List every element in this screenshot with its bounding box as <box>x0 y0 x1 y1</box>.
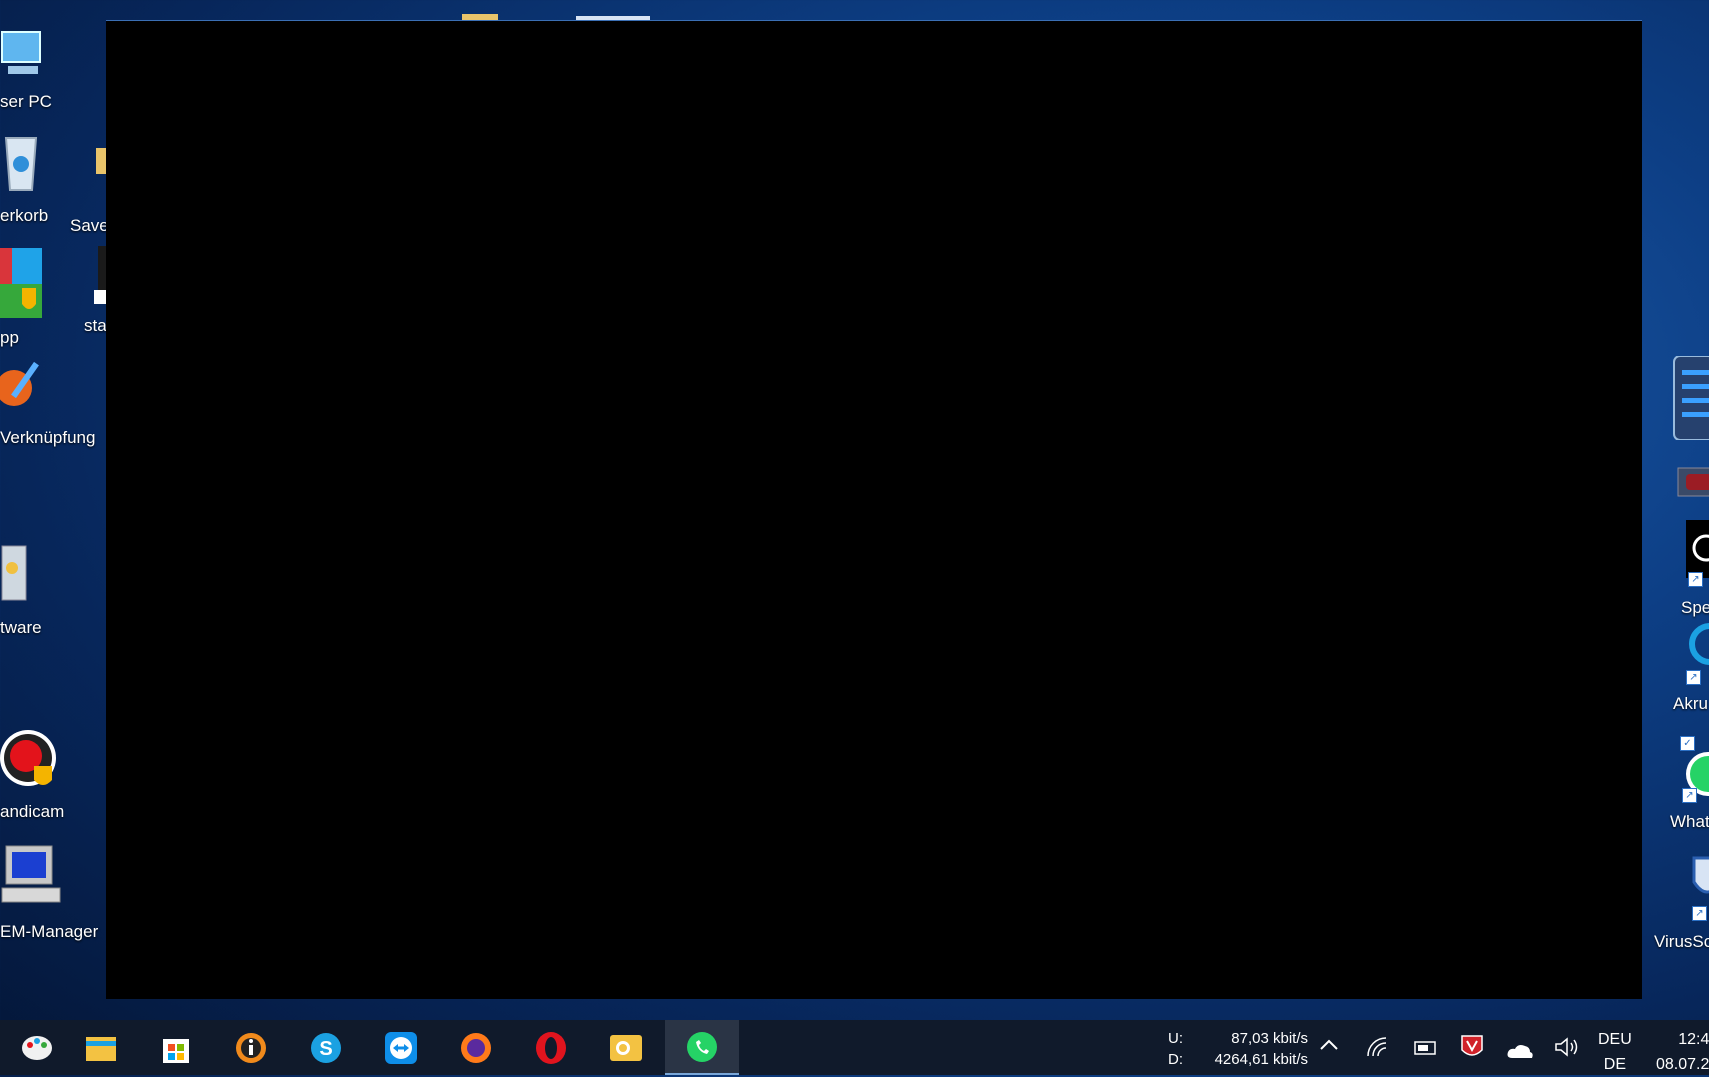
opera-icon <box>534 1031 568 1065</box>
desktop-icon-recycle-bin[interactable]: erkorb <box>0 130 60 226</box>
app-tiles-icon <box>0 248 42 320</box>
icon-label: VirusSc <box>1654 932 1709 951</box>
desktop-widget-right-small[interactable] <box>1676 466 1709 498</box>
desktop-icon-app[interactable]: pp <box>0 248 60 347</box>
icon-label: tware <box>0 618 42 637</box>
svg-text:S: S <box>319 1038 332 1060</box>
taskbar-info-button[interactable] <box>214 1020 288 1075</box>
shortcut-arrow-icon: ↗ <box>1688 572 1703 587</box>
desktop-widget-right[interactable] <box>1672 355 1709 441</box>
icon-label: Spe <box>1681 598 1709 617</box>
volume-icon[interactable] <box>1554 1036 1580 1064</box>
shortcut-arrow-icon: ↗ <box>1686 670 1701 685</box>
palette-icon <box>20 1031 54 1065</box>
icon-label: andicam <box>0 802 65 821</box>
clock-time: 12:4 <box>1678 1031 1709 1048</box>
taskbar-outlook-button[interactable] <box>589 1020 663 1075</box>
upload-label: U: <box>1168 1030 1183 1047</box>
download-value: 4264,61 kbit/s <box>1214 1051 1308 1068</box>
info-icon <box>234 1031 268 1065</box>
desktop: ser PC erkorb Save pp sta Verknüpfung tw… <box>0 0 1709 1020</box>
teamviewer-icon <box>384 1031 418 1065</box>
software-box-icon <box>0 542 30 604</box>
desktop-icon-em-manager[interactable]: EM-Manager <box>0 844 100 941</box>
icon-label: ser PC <box>0 92 52 111</box>
icon-label: What <box>1670 812 1709 831</box>
show-hidden-icons-chevron-icon[interactable] <box>1318 1034 1340 1062</box>
icon-label: EM-Manager <box>0 922 99 941</box>
taskbar-clock[interactable]: 12:4 08.07.2 <box>1656 1027 1709 1077</box>
shortcut-arrow-icon: ↗ <box>1682 788 1697 803</box>
taskbar-opera-button[interactable] <box>514 1020 588 1075</box>
antivirus-shield-icon[interactable] <box>1460 1034 1484 1066</box>
pen-tool-icon <box>0 358 46 416</box>
clock-date: 08.07.2 <box>1656 1056 1709 1073</box>
wifi-icon[interactable] <box>1366 1036 1390 1064</box>
desktop-icon-pc[interactable]: ser PC <box>0 20 60 116</box>
virus-scanner-icon <box>1690 854 1709 902</box>
desktop-icon-spe[interactable]: ↗ Spe <box>1680 520 1709 617</box>
taskbar-teamviewer-button[interactable] <box>364 1020 438 1075</box>
icon-label: sta <box>84 316 107 335</box>
input-language-indicator[interactable]: DEU DE <box>1598 1027 1632 1077</box>
computer-icon <box>0 26 42 82</box>
icon-label: Akru <box>1673 694 1708 713</box>
onedrive-cloud-icon[interactable] <box>1506 1040 1534 1066</box>
mail-icon <box>609 1031 643 1065</box>
desktop-icon-bandicam[interactable]: andicam <box>0 726 90 822</box>
desktop-icon-software[interactable]: tware <box>0 540 60 637</box>
taskbar-file-explorer-button[interactable] <box>64 1020 138 1075</box>
icon-label: erkorb <box>0 206 49 225</box>
widget-small-icon <box>1676 466 1709 498</box>
taskbar: S <box>0 1020 1709 1075</box>
akru-icon <box>1688 622 1709 672</box>
taskbar-whatsapp-button[interactable] <box>665 1020 739 1075</box>
upload-value: 87,03 kbit/s <box>1231 1030 1308 1047</box>
bandicam-icon <box>0 726 60 790</box>
icon-label: Save <box>70 216 109 235</box>
skype-icon: S <box>309 1031 343 1065</box>
desktop-icon-save[interactable]: Save <box>70 140 110 236</box>
language-code: DEU <box>1598 1031 1632 1048</box>
desktop-icon-akru[interactable]: ↗ Akru <box>1672 622 1709 718</box>
black-app-window[interactable] <box>106 20 1642 999</box>
network-speed-meter: U: 87,03 kbit/s D: 4264,61 kbit/s <box>1168 1028 1308 1070</box>
taskbar-paint-button[interactable] <box>0 1020 74 1075</box>
taskbar-firefox-button[interactable] <box>439 1020 513 1075</box>
taskbar-skype-button[interactable]: S <box>289 1020 363 1075</box>
store-bag-icon <box>159 1031 193 1065</box>
whatsapp-icon <box>685 1030 719 1064</box>
desktop-icon-virusscanner[interactable]: ↗ VirusSc <box>1652 850 1709 951</box>
widget-icon <box>1672 355 1709 441</box>
desktop-icon-verknuepfung[interactable]: Verknüpfung <box>0 358 100 454</box>
computer-manager-icon <box>0 844 62 908</box>
recycle-bin-icon <box>0 130 42 194</box>
taskbar-store-button[interactable] <box>139 1020 213 1075</box>
keyboard-layout: DE <box>1603 1056 1626 1073</box>
folder-icon <box>84 1031 118 1065</box>
icon-label: Verknüpfung <box>0 428 96 447</box>
desktop-icon-whatsapp[interactable]: ✓ ↗ What <box>1668 736 1709 836</box>
shortcut-arrow-icon: ↗ <box>1692 906 1707 921</box>
firefox-icon <box>459 1031 493 1065</box>
battery-plug-icon[interactable] <box>1412 1038 1438 1064</box>
icon-label: pp <box>0 328 19 347</box>
download-label: D: <box>1168 1051 1183 1068</box>
